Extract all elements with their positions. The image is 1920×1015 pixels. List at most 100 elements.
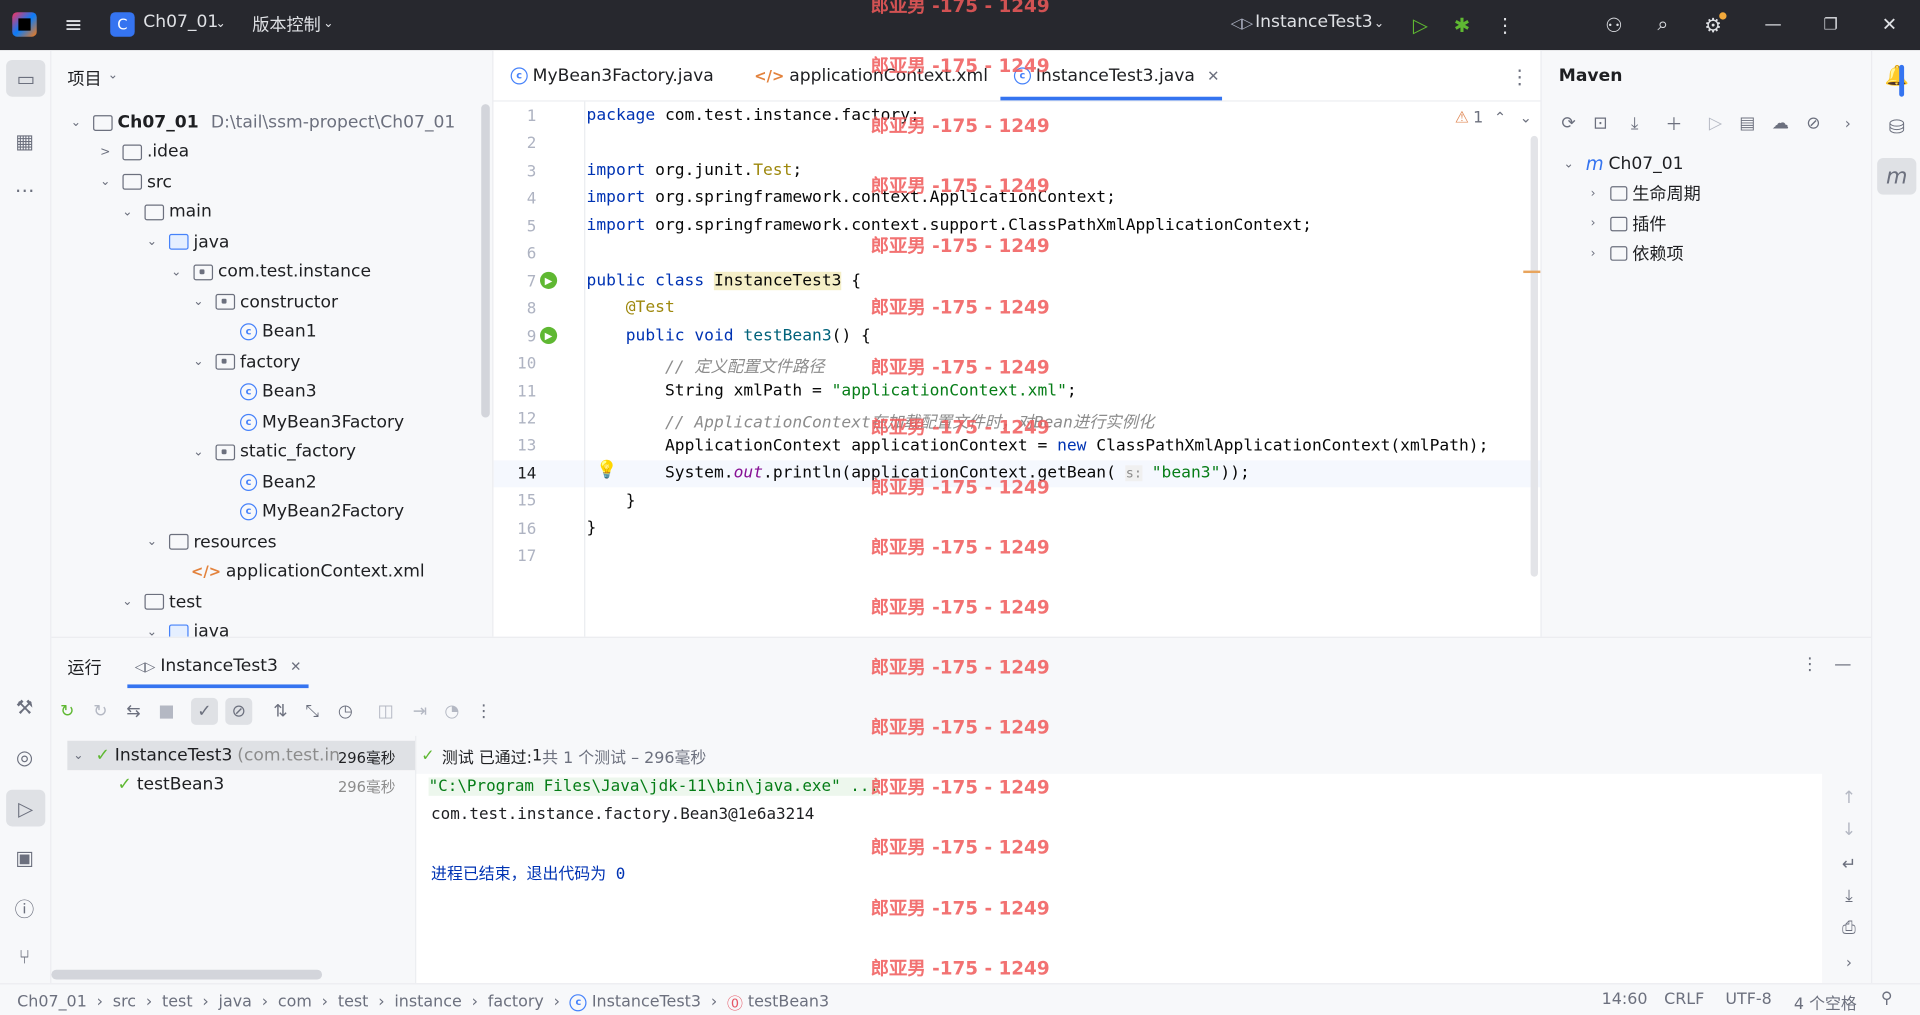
- caret-position[interactable]: 14:60: [1602, 991, 1648, 1009]
- run-panel-title[interactable]: 运行: [67, 655, 101, 679]
- coverage-icon[interactable]: ◔: [440, 699, 464, 723]
- tree-item[interactable]: c Bean2: [216, 467, 317, 496]
- close-tab-icon[interactable]: ✕: [290, 658, 301, 674]
- restore-icon[interactable]: ❐: [1818, 12, 1842, 36]
- chevron-down-icon[interactable]: ⌄: [71, 749, 86, 762]
- chevron-down-icon[interactable]: ⌄: [120, 205, 135, 218]
- indent-setting[interactable]: 4 个空格: [1794, 991, 1857, 1013]
- breadcrumb-item[interactable]: testBean3: [748, 993, 829, 1011]
- main-menu-icon[interactable]: ≡: [61, 12, 85, 38]
- run-gutter-icon[interactable]: ▶: [540, 271, 558, 289]
- chevron-down-icon[interactable]: ⌄: [191, 355, 206, 368]
- test-method-row[interactable]: ✓ testBean3: [118, 770, 225, 799]
- search-icon[interactable]: ⌕: [1651, 12, 1675, 36]
- tree-item[interactable]: </> applicationContext.xml: [167, 557, 425, 586]
- run-maven-icon[interactable]: ▷: [1703, 111, 1727, 135]
- editor-scrollbar[interactable]: [1530, 135, 1538, 577]
- more-tools-icon[interactable]: ⋯: [12, 178, 36, 202]
- tree-item[interactable]: ⌄ test: [120, 587, 202, 616]
- project-tool-folder-icon[interactable]: ▭: [6, 59, 46, 97]
- problems-icon[interactable]: ⓘ: [12, 895, 36, 920]
- run-config-selector[interactable]: InstanceTest3: [1255, 12, 1373, 32]
- chevron-down-icon[interactable]: ⌄: [98, 175, 113, 188]
- notifications-bell-icon[interactable]: 🔔: [1885, 62, 1909, 86]
- tab-options-icon[interactable]: ⋮: [1507, 64, 1531, 88]
- tree-item[interactable]: ⌄ java: [144, 227, 230, 256]
- chevron-right-icon[interactable]: ›: [1586, 247, 1601, 260]
- scroll-down-icon[interactable]: ↓: [1837, 818, 1861, 842]
- terminal-icon[interactable]: ▣: [12, 845, 36, 869]
- rerun-icon[interactable]: ↻: [55, 699, 79, 723]
- breadcrumb-item[interactable]: src: [113, 993, 136, 1011]
- tree-item[interactable]: ⌄ src: [98, 167, 172, 196]
- toggle-autotest-icon[interactable]: ⇆: [121, 699, 145, 723]
- chevron-down-icon[interactable]: ⌄: [108, 69, 118, 82]
- tree-item[interactable]: ⌄ main: [120, 197, 212, 226]
- scroll-to-end-icon[interactable]: ⤓: [1837, 884, 1861, 908]
- execute-goal-icon[interactable]: ▤: [1735, 111, 1759, 135]
- maven-tool-icon[interactable]: m: [1877, 157, 1917, 195]
- chevron-down-icon[interactable]: ⌄: [191, 295, 206, 308]
- tree-item[interactable]: c Bean1: [216, 317, 317, 346]
- project-name[interactable]: Ch07_01: [143, 12, 218, 32]
- run-tab-instancetest3[interactable]: ◁▷ InstanceTest3 ✕: [135, 648, 302, 685]
- chevron-right-icon[interactable]: ›: [1586, 187, 1601, 200]
- close-tab-icon[interactable]: ✕: [1207, 67, 1219, 84]
- project-panel-title[interactable]: 项目: [67, 66, 101, 90]
- rerun-failed-icon[interactable]: ↻: [88, 699, 112, 723]
- console-output[interactable]: "C:\Program Files\Java\jdk-11\bin\java.e…: [416, 773, 1856, 984]
- tree-item[interactable]: ⌄ resources: [144, 527, 277, 556]
- run-icon[interactable]: ▷: [1408, 12, 1432, 36]
- test-suite-row[interactable]: ⌄ ✓ InstanceTest3 (com.test.inst: [71, 741, 340, 770]
- chevron-down-icon[interactable]: ⌄: [69, 116, 84, 129]
- hide-panel-icon[interactable]: —: [1831, 653, 1855, 677]
- more-icon[interactable]: ›: [1836, 111, 1860, 135]
- soft-wrap-icon[interactable]: ↵: [1837, 852, 1861, 876]
- close-window-icon[interactable]: ✕: [1877, 12, 1901, 36]
- line-separator[interactable]: CRLF: [1664, 991, 1704, 1009]
- lock-icon[interactable]: ⚲: [1881, 989, 1893, 1007]
- warning-count[interactable]: 1: [1473, 109, 1483, 127]
- breadcrumb-item[interactable]: InstanceTest3: [592, 993, 701, 1011]
- breadcrumb-item[interactable]: test: [338, 993, 369, 1011]
- prev-highlight-icon[interactable]: ⌃: [1494, 109, 1506, 126]
- stop-icon[interactable]: ■: [154, 699, 178, 723]
- chevron-right-icon[interactable]: ›: [1586, 217, 1601, 230]
- download-icon[interactable]: ⤓: [1622, 111, 1646, 135]
- tree-item[interactable]: c Bean3: [216, 377, 317, 406]
- breadcrumb-item[interactable]: java: [219, 993, 252, 1011]
- more-console-icon[interactable]: ›: [1837, 950, 1861, 974]
- breadcrumb-item[interactable]: com: [278, 993, 312, 1011]
- maven-tree-item[interactable]: › 生命周期: [1586, 179, 1701, 208]
- chevron-down-icon[interactable]: ⌄: [1374, 17, 1384, 30]
- show-ignored-icon[interactable]: ⊘: [225, 697, 253, 725]
- chevron-down-icon[interactable]: ⌄: [169, 265, 184, 278]
- services-icon[interactable]: ◎: [12, 744, 36, 768]
- run-gutter-icon[interactable]: ▶: [540, 326, 558, 345]
- build-hammer-icon[interactable]: ⚒: [12, 694, 36, 718]
- file-encoding[interactable]: UTF-8: [1725, 991, 1771, 1009]
- tree-h-scrollbar[interactable]: [51, 969, 323, 980]
- print-icon[interactable]: ⎙: [1837, 916, 1861, 940]
- structure-icon[interactable]: ▦: [12, 129, 36, 153]
- add-user-icon[interactable]: ⚇: [1602, 12, 1626, 36]
- next-highlight-icon[interactable]: ⌄: [1520, 109, 1532, 126]
- chevron-down-icon[interactable]: ⌄: [144, 235, 159, 248]
- maven-project[interactable]: ⌄ m Ch07_01: [1561, 149, 1683, 178]
- tree-item[interactable]: c MyBean3Factory: [216, 407, 404, 436]
- generate-sources-icon[interactable]: ⊡: [1588, 111, 1612, 135]
- chevron-down-icon[interactable]: ⌄: [144, 535, 159, 548]
- tab-mybean3factory[interactable]: c MyBean3Factory.java: [510, 50, 714, 101]
- reload-icon[interactable]: ⟳: [1556, 111, 1580, 135]
- chevron-down-icon[interactable]: ⌄: [323, 17, 333, 30]
- chevron-down-icon[interactable]: ⌄: [216, 17, 226, 30]
- history-icon[interactable]: ◷: [333, 699, 357, 723]
- offline-icon[interactable]: ☁: [1768, 111, 1792, 135]
- tree-item[interactable]: > .idea: [98, 137, 189, 166]
- minimize-icon[interactable]: —: [1761, 12, 1785, 36]
- tree-item[interactable]: ⌄ factory: [191, 347, 300, 376]
- show-passed-icon[interactable]: ✓: [191, 697, 218, 725]
- breadcrumb-item[interactable]: factory: [488, 993, 544, 1011]
- more-actions-icon[interactable]: ⋮: [1493, 12, 1517, 36]
- vcs-widget[interactable]: 版本控制: [252, 12, 321, 36]
